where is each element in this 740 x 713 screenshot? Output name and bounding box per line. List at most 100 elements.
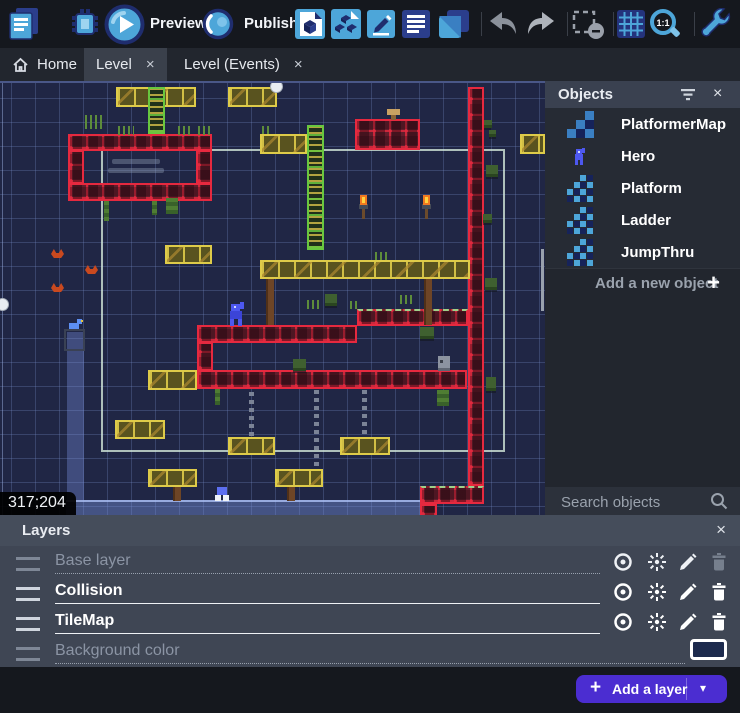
debugger-icon[interactable] bbox=[68, 8, 102, 40]
delete-layer-icon[interactable] bbox=[708, 611, 730, 633]
jumpthru-tile[interactable] bbox=[520, 134, 545, 154]
hero-sprite[interactable] bbox=[226, 302, 246, 326]
grid-icon[interactable] bbox=[617, 10, 645, 38]
torch-decor bbox=[357, 195, 370, 219]
small-sprite[interactable] bbox=[214, 486, 230, 502]
publish-label[interactable]: Publish bbox=[244, 15, 298, 32]
jumpthru-tile[interactable] bbox=[340, 437, 390, 455]
platform-tile[interactable] bbox=[197, 325, 357, 343]
jumpthru-tile[interactable] bbox=[228, 87, 277, 107]
layer-name[interactable]: TileMap bbox=[55, 612, 114, 630]
jumpthru-tile[interactable] bbox=[115, 420, 165, 439]
add-layer-label: Add a layer bbox=[612, 681, 687, 697]
jumpthru-tile[interactable] bbox=[260, 260, 470, 279]
visibility-eye-icon[interactable] bbox=[612, 611, 634, 633]
close-tab-icon[interactable]: × bbox=[288, 56, 303, 73]
resize-handle[interactable] bbox=[0, 298, 9, 311]
drag-handle-icon[interactable] bbox=[16, 617, 40, 631]
jumpthru-tile[interactable] bbox=[148, 370, 197, 390]
jumpthru-tile[interactable] bbox=[260, 134, 307, 154]
ladder-tile[interactable] bbox=[148, 87, 165, 134]
object-item-jumpthru[interactable]: JumpThru bbox=[545, 236, 740, 269]
resize-handle[interactable] bbox=[270, 81, 283, 93]
platform-tile[interactable] bbox=[468, 87, 484, 486]
search-objects-input[interactable] bbox=[559, 490, 703, 514]
chevron-down-icon[interactable]: ▾ bbox=[700, 681, 706, 695]
redo-icon[interactable] bbox=[526, 10, 556, 38]
layer-row-tilemap: TileMap bbox=[0, 607, 740, 637]
object-item-hero[interactable]: Hero bbox=[545, 140, 740, 173]
grass-decor bbox=[85, 115, 103, 129]
jumpthru-tile[interactable] bbox=[275, 469, 323, 487]
platform-tile[interactable] bbox=[68, 134, 212, 151]
layers-panel-icon[interactable] bbox=[437, 8, 471, 40]
close-panel-icon[interactable]: × bbox=[716, 520, 726, 540]
edit-layer-icon[interactable] bbox=[677, 581, 699, 603]
tab-level[interactable]: Level × bbox=[84, 48, 167, 81]
open-objects-panel-icon[interactable] bbox=[295, 9, 325, 39]
platform-tile[interactable] bbox=[420, 486, 484, 504]
object-item-ladder[interactable]: Ladder bbox=[545, 204, 740, 237]
effects-icon[interactable] bbox=[646, 551, 668, 573]
settings-wrench-icon[interactable] bbox=[700, 8, 734, 42]
close-tab-icon[interactable]: × bbox=[140, 56, 155, 73]
undo-icon[interactable] bbox=[488, 10, 518, 38]
edit-layer-icon[interactable] bbox=[677, 611, 699, 633]
project-manager-icon[interactable] bbox=[8, 7, 41, 41]
platform-tile[interactable] bbox=[68, 183, 212, 201]
hero-object-icon bbox=[573, 148, 587, 165]
platform-tile[interactable] bbox=[197, 342, 213, 371]
object-item-platform[interactable]: Platform bbox=[545, 172, 740, 205]
visibility-eye-icon[interactable] bbox=[612, 551, 634, 573]
platform-tile[interactable] bbox=[68, 150, 84, 184]
ladder-tile[interactable] bbox=[307, 125, 324, 250]
edit-layer-icon[interactable] bbox=[677, 551, 699, 573]
open-object-groups-icon[interactable] bbox=[331, 9, 361, 39]
crate-outline[interactable] bbox=[64, 329, 85, 351]
canvas-scrollbar-thumb[interactable] bbox=[541, 249, 544, 311]
publish-icon[interactable] bbox=[202, 8, 234, 40]
delete-selection-icon[interactable] bbox=[572, 10, 606, 40]
platform-tile[interactable] bbox=[196, 150, 212, 184]
platform-tile[interactable] bbox=[420, 504, 437, 515]
add-new-object-button[interactable]: Add a new object + bbox=[545, 267, 740, 299]
add-layer-button[interactable]: + Add a layer ▾ bbox=[576, 675, 727, 703]
critter-sprite[interactable] bbox=[51, 283, 64, 292]
water-column[interactable] bbox=[67, 332, 84, 500]
effects-icon[interactable] bbox=[646, 581, 668, 603]
drag-handle-icon[interactable] bbox=[16, 587, 40, 601]
platform-tile[interactable] bbox=[357, 309, 468, 326]
tab-level-events[interactable]: Level (Events) × bbox=[172, 48, 315, 81]
delete-layer-icon[interactable] bbox=[708, 581, 730, 603]
platform-tile[interactable] bbox=[197, 370, 467, 389]
delete-layer-icon[interactable] bbox=[708, 551, 730, 573]
layer-name[interactable]: Background color bbox=[55, 642, 180, 660]
gray-sprite[interactable] bbox=[437, 355, 451, 372]
bird-sprite[interactable] bbox=[68, 317, 83, 330]
critter-sprite[interactable] bbox=[85, 265, 98, 274]
critter-sprite[interactable] bbox=[51, 249, 64, 258]
preview-icon[interactable] bbox=[104, 4, 145, 45]
water-surface[interactable] bbox=[66, 500, 420, 515]
filter-icon[interactable] bbox=[680, 88, 696, 101]
preview-label[interactable]: Preview bbox=[150, 15, 207, 32]
drag-handle-icon[interactable] bbox=[16, 557, 40, 571]
platform-tile[interactable] bbox=[355, 119, 420, 150]
object-item-platformermap[interactable]: PlatformerMap bbox=[545, 108, 740, 141]
drag-handle-icon[interactable] bbox=[16, 647, 40, 661]
layer-name[interactable]: Collision bbox=[55, 582, 123, 600]
jumpthru-tile[interactable] bbox=[148, 469, 197, 487]
tab-home[interactable]: Home bbox=[0, 48, 89, 81]
visibility-eye-icon[interactable] bbox=[612, 581, 634, 603]
jumpthru-tile[interactable] bbox=[165, 245, 212, 264]
effects-icon[interactable] bbox=[646, 611, 668, 633]
edit-properties-icon[interactable] bbox=[367, 10, 395, 38]
layer-name[interactable]: Base layer bbox=[55, 552, 131, 570]
add-object-label: Add a new object bbox=[595, 275, 718, 292]
scene-editor-canvas[interactable]: 317;204 bbox=[0, 81, 545, 515]
close-panel-icon[interactable]: × bbox=[713, 85, 722, 103]
jumpthru-tile[interactable] bbox=[228, 437, 275, 455]
instances-list-icon[interactable] bbox=[402, 10, 430, 38]
zoom-1-1-icon[interactable]: 1:1 bbox=[649, 8, 683, 42]
background-color-swatch[interactable] bbox=[690, 639, 727, 660]
